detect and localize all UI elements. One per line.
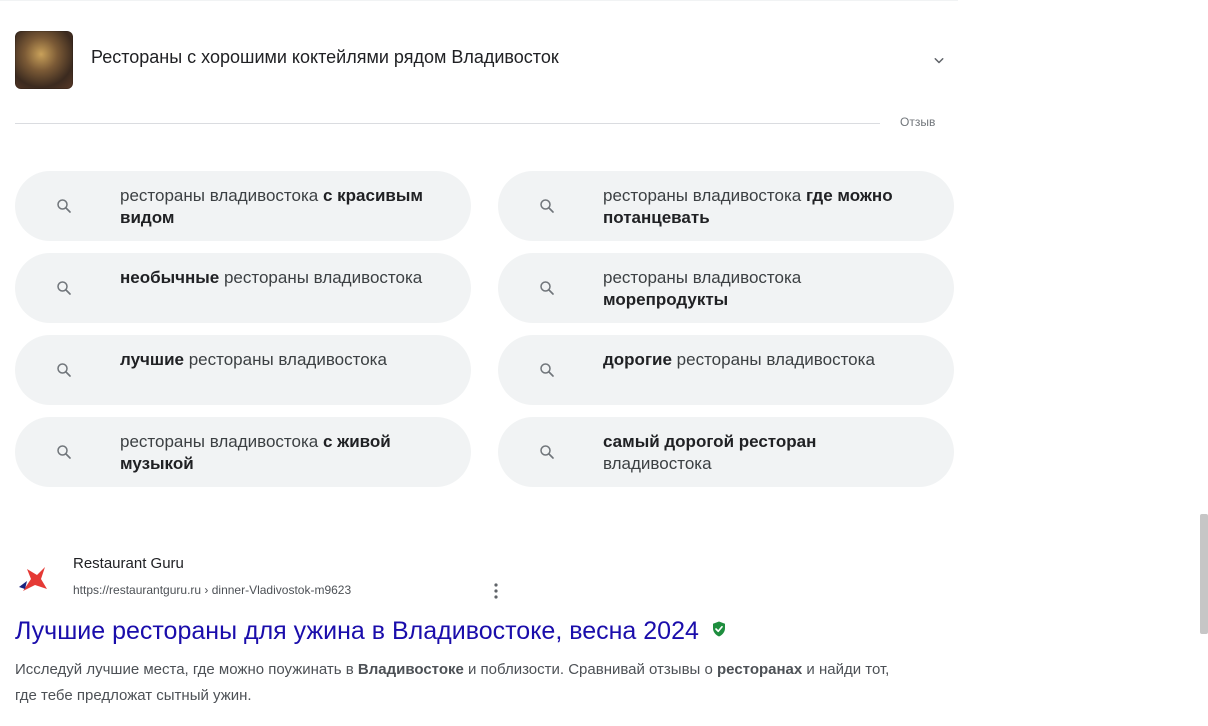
related-search-text[interactable]: рестораны владивостока с красивым видом [120, 185, 440, 229]
related-search-chip[interactable]: рестораны владивостока где можно потанце… [498, 171, 954, 241]
search-icon [540, 363, 554, 377]
related-question-accordion[interactable]: Рестораны с хорошими коктейлями рядом Вл… [0, 16, 958, 106]
snippet-text: Исследуй лучшие места, где можно поужина… [15, 661, 358, 678]
related-search-chip[interactable]: необычные рестораны владивостока [15, 253, 471, 323]
related-search-text[interactable]: рестораны владивостока морепродукты [603, 267, 923, 311]
search-icon [540, 281, 554, 295]
search-icon [540, 199, 554, 213]
site-favicon [15, 561, 51, 597]
result-url[interactable]: https://restaurantguru.ru › dinner-Vladi… [73, 583, 351, 597]
related-search-text[interactable]: рестораны владивостока с живой музыкой [120, 431, 440, 475]
related-search-chip[interactable]: лучшие рестораны владивостока [15, 335, 471, 405]
restaurant-guru-logo-icon [19, 567, 47, 591]
result-snippet: Исследуй лучшие места, где можно поужина… [15, 657, 895, 709]
snippet-highlight: ресторанах [717, 661, 803, 678]
related-search-chip[interactable]: самый дорогой ресторан владивостока [498, 417, 954, 487]
search-icon [57, 363, 71, 377]
section-divider [15, 123, 880, 124]
related-search-bold-part: необычные [120, 268, 220, 287]
snippet-text: и поблизости. Сравнивай отзывы о [463, 661, 718, 678]
related-search-part: рестораны владивостока [671, 350, 875, 369]
accordion-thumbnail [15, 31, 73, 89]
more-vert-icon[interactable] [493, 583, 499, 599]
related-search-part: рестораны владивостока [120, 432, 323, 451]
result-site-name[interactable]: Restaurant Guru [73, 555, 184, 572]
scrollbar-thumb[interactable] [1200, 514, 1208, 634]
related-search-chip[interactable]: рестораны владивостока с живой музыкой [15, 417, 471, 487]
related-search-bold-part: самый дорогой ресторан [603, 432, 817, 451]
accordion-title[interactable]: Рестораны с хорошими коктейлями рядом Вл… [91, 47, 559, 68]
feedback-link[interactable]: Отзыв [900, 115, 935, 129]
search-icon [57, 281, 71, 295]
related-search-bold-part: дорогие [603, 350, 672, 369]
related-search-part: рестораны владивостока [120, 186, 323, 205]
result-title-text[interactable]: Лучшие рестораны для ужина в Владивосток… [15, 617, 699, 645]
related-search-part: рестораны владивостока [183, 350, 387, 369]
related-search-text[interactable]: лучшие рестораны владивостока [120, 349, 440, 371]
top-divider [0, 0, 958, 1]
search-icon [57, 445, 71, 459]
result-title-link[interactable]: Лучшие рестораны для ужина в Владивосток… [15, 617, 728, 646]
related-search-chip[interactable]: рестораны владивостока морепродукты [498, 253, 954, 323]
related-search-text[interactable]: рестораны владивостока где можно потанце… [603, 185, 923, 229]
related-search-chip[interactable]: рестораны владивостока с красивым видом [15, 171, 471, 241]
related-search-bold-part: лучшие [120, 350, 184, 369]
related-search-chip[interactable]: дорогие рестораны владивостока [498, 335, 954, 405]
related-search-text[interactable]: необычные рестораны владивостока [120, 267, 440, 289]
search-icon [540, 445, 554, 459]
chevron-down-icon[interactable] [930, 52, 948, 70]
related-search-bold-part: морепродукты [603, 290, 729, 309]
search-icon [57, 199, 71, 213]
snippet-highlight: Владивостоке [357, 661, 464, 678]
related-search-text[interactable]: дорогие рестораны владивостока [603, 349, 923, 371]
related-search-part: рестораны владивостока [603, 186, 806, 205]
related-search-part: рестораны владивостока [219, 268, 423, 287]
verified-shield-icon [712, 621, 725, 637]
related-search-part: владивостока [603, 454, 712, 473]
related-search-text[interactable]: самый дорогой ресторан владивостока [603, 431, 923, 475]
related-search-part: рестораны владивостока [603, 268, 802, 287]
